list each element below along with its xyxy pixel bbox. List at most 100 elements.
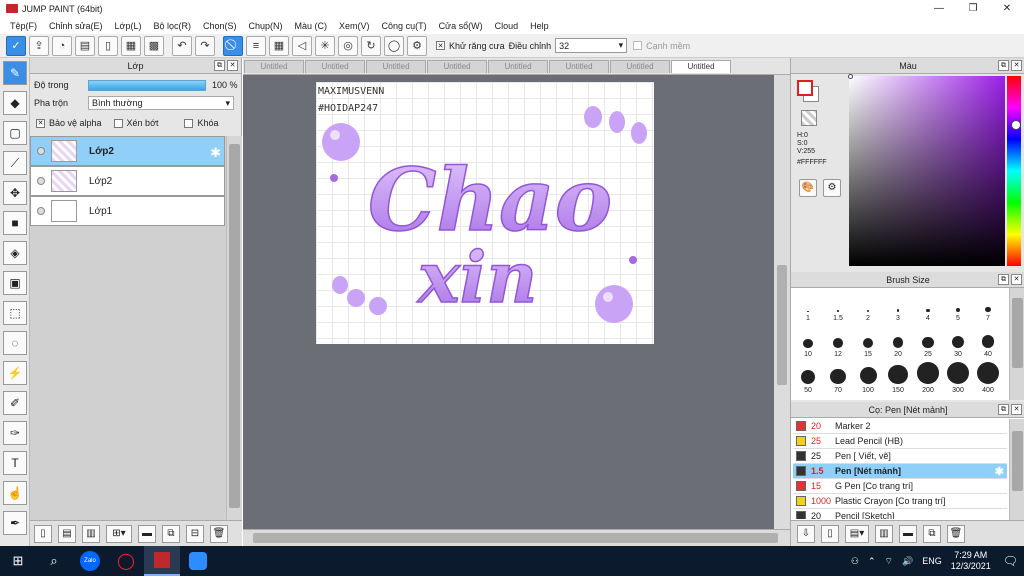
menu-tools[interactable]: Công cụ(T) <box>376 21 433 31</box>
canvas-hscrollbar[interactable] <box>243 529 790 546</box>
menu-edit[interactable]: Chỉnh sửa(E) <box>43 21 109 31</box>
transparent-color-swatch[interactable] <box>801 110 817 126</box>
zalo-app-icon[interactable]: Zalo <box>72 546 108 576</box>
hue-slider-knob[interactable] <box>1011 120 1021 130</box>
layer-scroll-thumb[interactable] <box>229 144 240 508</box>
blend-select[interactable]: Bình thường ▾ <box>88 96 234 110</box>
cloud-check-icon[interactable]: ✓ <box>6 35 26 56</box>
pen-list-scrollbar[interactable] <box>1009 419 1024 520</box>
eyedropper-tool-icon[interactable]: ✒ <box>3 511 27 535</box>
perspective-snap-icon[interactable]: ◁ <box>292 35 312 56</box>
layer-scrollbar[interactable] <box>226 136 242 520</box>
pen-preset-item[interactable]: 1000 Plastic Crayon [Co trang trí] <box>793 494 1007 509</box>
brush-size-option[interactable]: 50 <box>793 360 823 396</box>
tab-untitled[interactable]: Untitled <box>366 60 426 73</box>
brush-size-option[interactable]: 1 <box>793 288 823 324</box>
menu-view[interactable]: Xem(V) <box>333 21 376 31</box>
lasso-tool-icon[interactable]: ◌ <box>3 331 27 355</box>
brush-tool-icon[interactable]: ✎ <box>3 61 27 85</box>
panel-close-icon[interactable]: ✕ <box>1011 404 1022 415</box>
grid-settings-icon[interactable]: ▩ <box>144 35 164 56</box>
adjust-select[interactable]: 32 ▾ <box>555 38 628 53</box>
opera-browser-icon[interactable]: ◯ <box>108 546 144 576</box>
tab-untitled[interactable]: Untitled <box>427 60 487 73</box>
brush-size-option[interactable]: 300 <box>943 360 973 396</box>
undock-icon[interactable]: ⧉ <box>214 60 225 71</box>
select-tool-icon[interactable]: ⬚ <box>3 301 27 325</box>
drawing-canvas[interactable]: MAXIMUSVENN #HOIDAP247 Chao xin <box>316 82 654 344</box>
canvas-hscroll-thumb[interactable] <box>253 533 778 543</box>
volume-icon[interactable]: 🔊 <box>902 556 913 567</box>
menu-file[interactable]: Tệp(F) <box>4 21 43 31</box>
brush-size-option[interactable]: 100 <box>853 360 883 396</box>
tab-untitled[interactable]: Untitled <box>549 60 609 73</box>
magic-wand-tool-icon[interactable]: ⚡ <box>3 361 27 385</box>
brush-size-option[interactable]: 150 <box>883 360 913 396</box>
fill-rect-tool-icon[interactable]: ■ <box>3 211 27 235</box>
undock-icon[interactable]: ⧉ <box>998 404 1009 415</box>
rect-select-tool-icon[interactable]: ▢ <box>3 121 27 145</box>
brush-size-option[interactable]: 2 <box>853 288 883 324</box>
smooth-checkbox[interactable] <box>633 41 643 50</box>
folder-icon[interactable]: ▬ <box>138 524 156 543</box>
brush-size-scroll-thumb[interactable] <box>1012 298 1023 368</box>
menu-color[interactable]: Màu (C) <box>289 21 334 31</box>
tab-untitled[interactable]: Untitled <box>488 60 548 73</box>
new-brush-icon[interactable]: ▯ <box>821 524 839 543</box>
notification-icon[interactable]: 🗨 <box>1003 554 1018 568</box>
brush-folder-icon[interactable]: ▬ <box>899 524 917 543</box>
hue-slider[interactable] <box>1007 76 1021 266</box>
gear-icon[interactable]: ✱ <box>995 465 1004 478</box>
pen-preset-item[interactable]: 20 Marker 2 <box>793 419 1007 434</box>
merge-layer-icon[interactable]: ⊟ <box>186 524 204 543</box>
brush-size-option[interactable]: 40 <box>973 324 1003 360</box>
panel-close-icon[interactable]: ✕ <box>227 60 238 71</box>
text-tool-icon[interactable]: T <box>3 451 27 475</box>
zoom-app-icon[interactable] <box>180 546 216 576</box>
sv-picker-knob[interactable] <box>848 74 853 79</box>
brush-cloud-icon[interactable]: ⇩ <box>797 524 815 543</box>
tray-expand-icon[interactable]: ⌃ <box>868 556 876 567</box>
layer-item[interactable]: Lớp2 ✱ <box>30 136 225 166</box>
lock-checkbox[interactable] <box>184 118 194 128</box>
panel-close-icon[interactable]: ✕ <box>1011 60 1022 71</box>
tab-untitled-active[interactable]: Untitled <box>671 60 731 73</box>
brush-size-option[interactable]: 1.5 <box>823 288 853 324</box>
brush-size-option[interactable]: 15 <box>853 324 883 360</box>
new-layer-8bit-icon[interactable]: ▤ <box>58 524 76 543</box>
brush-size-option[interactable]: 5 <box>943 288 973 324</box>
snap-off-icon[interactable]: ⃠ <box>223 35 243 56</box>
gear-icon[interactable]: ✱ <box>210 145 221 161</box>
brush-size-option[interactable]: 4 <box>913 288 943 324</box>
tab-untitled[interactable]: Untitled <box>610 60 670 73</box>
share-icon[interactable]: ⇪ <box>29 35 49 56</box>
canvas-vscrollbar[interactable] <box>774 75 790 529</box>
line-tool-icon[interactable]: ⟋ <box>3 151 27 175</box>
minimize-button[interactable]: — <box>922 0 956 17</box>
menu-layer[interactable]: Lớp(L) <box>109 21 148 31</box>
brush-size-option[interactable]: 400 <box>973 360 1003 396</box>
layer-item[interactable]: Lớp2 <box>30 166 225 196</box>
grid-snap-icon[interactable]: ▦ <box>269 35 289 56</box>
hand-tool-icon[interactable]: ☝ <box>3 481 27 505</box>
pen-preset-item[interactable]: 25 Pen [ Viết, vẽ] <box>793 449 1007 464</box>
menu-cloud[interactable]: Cloud <box>489 21 525 31</box>
comment-icon[interactable]: ◔ <box>52 35 72 56</box>
brush-size-option[interactable]: 200 <box>913 360 943 396</box>
layout-icon[interactable]: ▦ <box>121 35 141 56</box>
menu-filter[interactable]: Bộ lọc(R) <box>147 21 197 31</box>
curve-snap-icon[interactable]: ↻ <box>361 35 381 56</box>
brush-size-option[interactable]: 25 <box>913 324 943 360</box>
search-icon[interactable]: ⌕ <box>36 546 72 576</box>
windows-start-icon[interactable]: ⊞ <box>0 546 36 576</box>
layer-item[interactable]: Lớp1 <box>30 196 225 226</box>
duplicate-layer-icon[interactable]: ⧉ <box>162 524 180 543</box>
brush-size-option[interactable]: 70 <box>823 360 853 396</box>
network-icon[interactable]: ⌔ <box>885 556 893 567</box>
redo-icon[interactable]: ↷ <box>195 35 215 56</box>
brush-size-option[interactable]: 3 <box>883 288 913 324</box>
palette-icon[interactable]: 🎨 <box>799 179 817 197</box>
select-eraser-tool-icon[interactable]: ✑ <box>3 421 27 445</box>
gradient-tool-icon[interactable]: ▣ <box>3 271 27 295</box>
snap-settings-icon[interactable]: ⚙ <box>407 35 427 56</box>
